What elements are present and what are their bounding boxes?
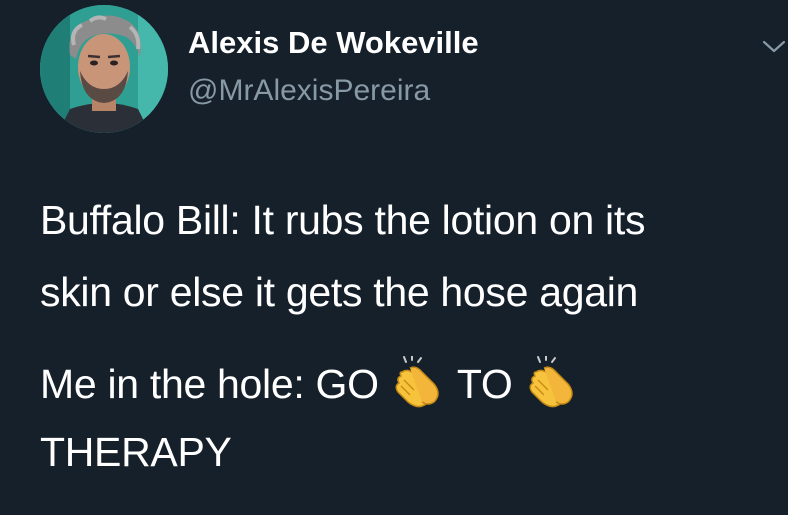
tweet-text-line-3: Me in the hole: GO TO xyxy=(40,356,580,410)
tweet-text-line-4: THERAPY xyxy=(40,429,232,475)
tweet-text-line-2: skin or else it gets the hose again xyxy=(40,269,639,315)
author-avatar[interactable] xyxy=(40,5,168,133)
chevron-down-icon[interactable] xyxy=(760,32,788,60)
tweet-text-line-1: Buffalo Bill: It rubs the lotion on its xyxy=(40,197,646,243)
author-display-name[interactable]: Alexis De Wokeville xyxy=(188,24,479,62)
tweet-text-segment: TO xyxy=(456,361,513,407)
clapping-hands-icon xyxy=(395,356,439,408)
author-handle[interactable]: @MrAlexisPereira xyxy=(188,72,430,110)
avatar-photo xyxy=(40,5,168,133)
tweet-text-segment: Me in the hole: GO xyxy=(40,361,379,407)
clapping-hands-icon xyxy=(529,356,573,408)
tweet-card: Alexis De Wokeville @MrAlexisPereira Buf… xyxy=(0,0,788,515)
